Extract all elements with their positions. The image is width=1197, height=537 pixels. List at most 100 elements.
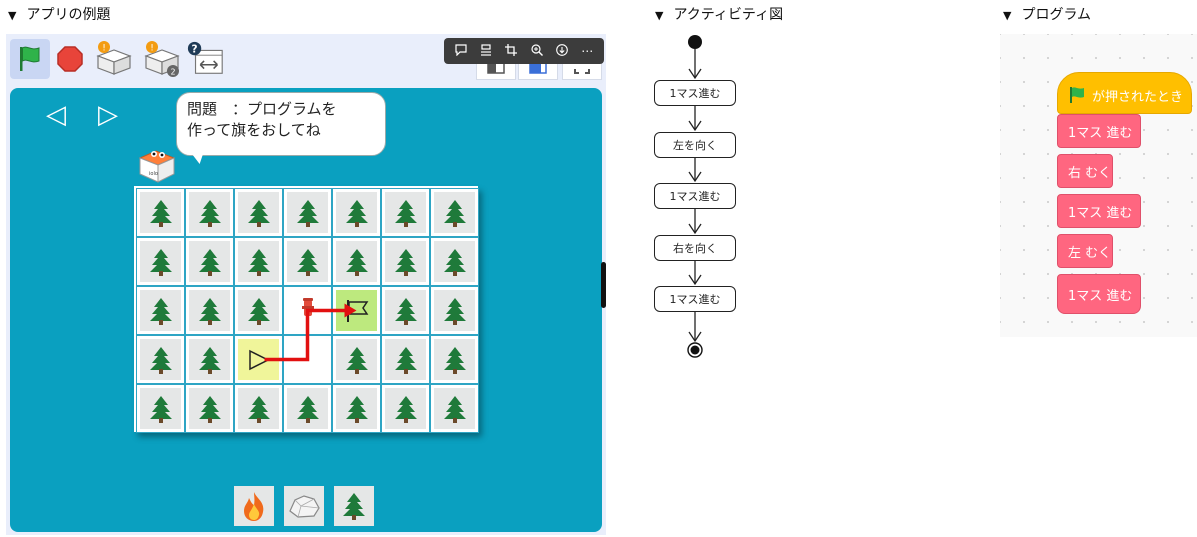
add-tile-2-button[interactable]: ! 2 bbox=[142, 39, 182, 79]
grid-cell[interactable] bbox=[283, 335, 332, 384]
tile-tree bbox=[140, 388, 181, 429]
grid-cell[interactable] bbox=[332, 286, 381, 335]
tree-icon bbox=[345, 199, 368, 227]
tree-icon bbox=[394, 297, 417, 325]
grid-cell[interactable] bbox=[332, 335, 381, 384]
grid-cell[interactable] bbox=[430, 384, 479, 433]
grid-cell[interactable] bbox=[136, 335, 185, 384]
grid-cell[interactable] bbox=[381, 384, 430, 433]
tree-icon bbox=[247, 248, 270, 276]
start-triangle-icon bbox=[248, 349, 270, 370]
palette-rock[interactable] bbox=[284, 486, 324, 526]
download-icon[interactable] bbox=[552, 43, 572, 59]
stage-resize-handle[interactable] bbox=[601, 262, 606, 308]
grid-cell[interactable] bbox=[234, 188, 283, 237]
heading-program: ▼ プログラム bbox=[1003, 7, 1092, 23]
grid-cell[interactable] bbox=[234, 384, 283, 433]
crop-icon[interactable] bbox=[501, 43, 521, 59]
more-icon[interactable]: ⋯ bbox=[577, 44, 597, 58]
grid-cell[interactable] bbox=[283, 286, 332, 335]
grid-cell[interactable] bbox=[430, 335, 479, 384]
fire-icon bbox=[244, 492, 264, 521]
activity-diagram: 1マス進む 左を向く 1マス進む 右を向く 1マス進む bbox=[640, 28, 750, 368]
grid-cells bbox=[136, 188, 479, 433]
tree-icon bbox=[394, 346, 417, 374]
map-grid bbox=[134, 186, 479, 433]
next-arrow-icon[interactable]: ▷ bbox=[98, 100, 118, 130]
grid-cell[interactable] bbox=[332, 188, 381, 237]
green-flag-button[interactable] bbox=[10, 39, 50, 79]
grid-cell[interactable] bbox=[381, 286, 430, 335]
tile-tree bbox=[434, 388, 475, 429]
comment-icon[interactable] bbox=[451, 43, 471, 59]
grid-cell[interactable] bbox=[234, 237, 283, 286]
move-forward-block-3[interactable]: 1マス 進む bbox=[1057, 274, 1141, 314]
grid-cell[interactable] bbox=[136, 384, 185, 433]
zoom-in-icon[interactable] bbox=[527, 43, 547, 59]
grid-cell[interactable] bbox=[283, 384, 332, 433]
tree-icon bbox=[443, 297, 466, 325]
tree-icon bbox=[443, 346, 466, 374]
svg-text:!: ! bbox=[102, 44, 106, 54]
align-icon[interactable] bbox=[476, 43, 496, 59]
tile-palette bbox=[234, 486, 374, 526]
grid-cell[interactable] bbox=[185, 237, 234, 286]
tree-icon bbox=[149, 395, 172, 423]
turn-right-block[interactable]: 右 むく bbox=[1057, 154, 1113, 188]
tree-icon bbox=[345, 346, 368, 374]
grid-cell[interactable] bbox=[185, 384, 234, 433]
grid-cell[interactable] bbox=[332, 384, 381, 433]
grid-cell[interactable] bbox=[136, 237, 185, 286]
toolbar: ! ! 2 ? ⋯ bbox=[6, 34, 606, 86]
tree-icon bbox=[394, 248, 417, 276]
activity-node-4: 右を向く bbox=[654, 235, 736, 261]
tree-icon bbox=[149, 199, 172, 227]
grid-cell[interactable] bbox=[136, 286, 185, 335]
tile-tree bbox=[385, 192, 426, 233]
tile-box-2-icon: ! 2 bbox=[144, 41, 180, 77]
tile-tree bbox=[385, 388, 426, 429]
stop-button[interactable] bbox=[50, 39, 90, 79]
goal-flag-icon bbox=[346, 299, 368, 322]
grid-cell[interactable] bbox=[381, 188, 430, 237]
grid-cell[interactable] bbox=[234, 286, 283, 335]
grid-cell[interactable] bbox=[234, 335, 283, 384]
palette-tree[interactable] bbox=[334, 486, 374, 526]
grid-cell[interactable] bbox=[283, 188, 332, 237]
when-flag-clicked-block[interactable]: が押されたとき bbox=[1057, 72, 1192, 114]
tree-icon bbox=[247, 297, 270, 325]
grid-cell[interactable] bbox=[381, 237, 430, 286]
turn-left-block[interactable]: 左 むく bbox=[1057, 234, 1113, 268]
tree-icon bbox=[198, 346, 221, 374]
tile-tree bbox=[287, 388, 328, 429]
grid-cell[interactable] bbox=[381, 335, 430, 384]
grid-cell[interactable] bbox=[430, 286, 479, 335]
move-forward-block-2[interactable]: 1マス 進む bbox=[1057, 194, 1141, 228]
help-swap-button[interactable]: ? bbox=[186, 39, 226, 79]
add-tile-button[interactable]: ! bbox=[94, 39, 134, 79]
green-flag-icon bbox=[1070, 87, 1084, 103]
fire-hydrant-icon bbox=[302, 298, 314, 316]
robot-icon: iolo bbox=[138, 150, 176, 183]
tile-tree bbox=[385, 241, 426, 282]
grid-cell[interactable] bbox=[283, 237, 332, 286]
grid-cell[interactable] bbox=[430, 237, 479, 286]
grid-cell[interactable] bbox=[430, 188, 479, 237]
prev-arrow-icon[interactable]: ◁ bbox=[46, 100, 66, 130]
block-label: 左 むく bbox=[1068, 245, 1112, 261]
heading-activity: ▼ アクティビティ図 bbox=[655, 7, 784, 23]
grid-cell[interactable] bbox=[185, 286, 234, 335]
tile-tree bbox=[189, 241, 230, 282]
tile-tree bbox=[336, 339, 377, 380]
move-forward-block-1[interactable]: 1マス 進む bbox=[1057, 114, 1141, 148]
tree-icon bbox=[198, 395, 221, 423]
grid-cell[interactable] bbox=[185, 188, 234, 237]
tree-icon bbox=[149, 248, 172, 276]
grid-cell[interactable] bbox=[136, 188, 185, 237]
palette-fire[interactable] bbox=[234, 486, 274, 526]
grid-cell[interactable] bbox=[332, 237, 381, 286]
tile-tree bbox=[238, 388, 279, 429]
robot-label: iolo bbox=[149, 171, 158, 177]
grid-cell[interactable] bbox=[185, 335, 234, 384]
app-window: ! ! 2 ? ⋯ ◁ ▷ 問題 ：プログラムを 作って旗をおしてね iolo bbox=[6, 34, 606, 535]
